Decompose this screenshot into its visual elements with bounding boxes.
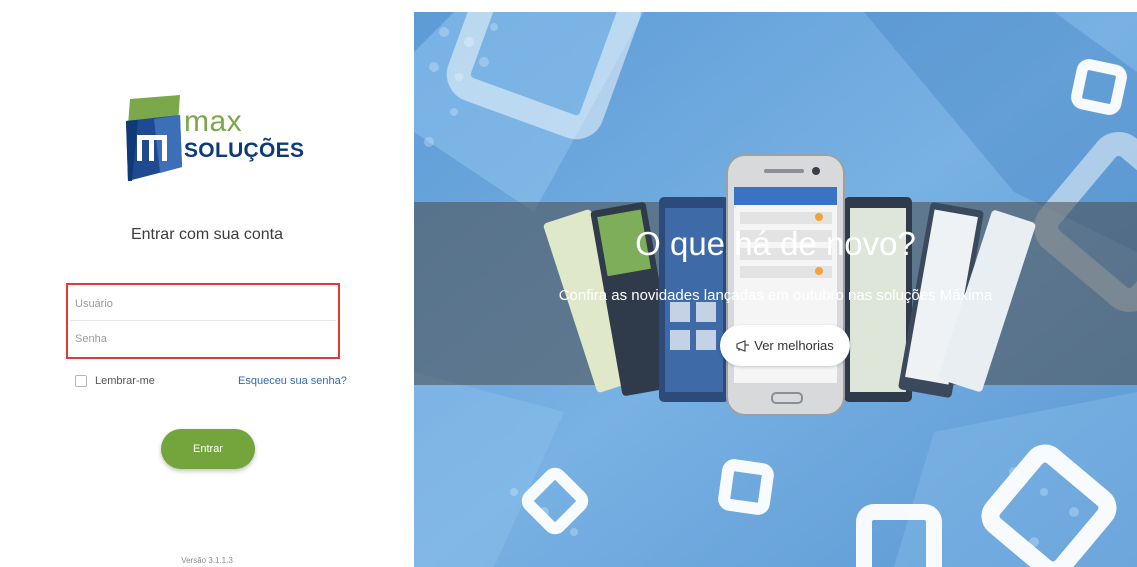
- remember-me-checkbox[interactable]: [75, 375, 87, 387]
- forgot-password-link[interactable]: Esqueceu sua senha?: [238, 375, 347, 387]
- logo-text-solucoes: SOLUÇÕES: [184, 139, 305, 162]
- logo-mark-icon: [126, 95, 182, 181]
- credentials-group: [66, 283, 340, 359]
- promo-banner: O que há de novo? Confira as novidades l…: [414, 12, 1137, 567]
- view-improvements-button[interactable]: Ver melhorias: [720, 325, 850, 366]
- version-label: Versão 3.1.1.3: [181, 556, 233, 565]
- promo-title: O que há de novo?: [635, 225, 916, 262]
- remember-me-label: Lembrar-me: [95, 375, 155, 387]
- logo-text-max: max: [184, 105, 243, 138]
- login-button[interactable]: Entrar: [161, 429, 255, 469]
- megaphone-icon: [736, 339, 750, 352]
- login-panel: max SOLUÇÕES Entrar com sua conta Lembra…: [0, 0, 414, 567]
- brand-logo: max SOLUÇÕES: [124, 95, 304, 181]
- view-improvements-label: Ver melhorias: [754, 338, 834, 353]
- password-input[interactable]: [70, 322, 336, 356]
- username-input[interactable]: [70, 287, 336, 321]
- login-heading: Entrar com sua conta: [130, 226, 284, 243]
- promo-subtitle: Confira as novidades lançadas em outubro…: [558, 287, 993, 304]
- remember-me-option[interactable]: Lembrar-me: [75, 374, 155, 388]
